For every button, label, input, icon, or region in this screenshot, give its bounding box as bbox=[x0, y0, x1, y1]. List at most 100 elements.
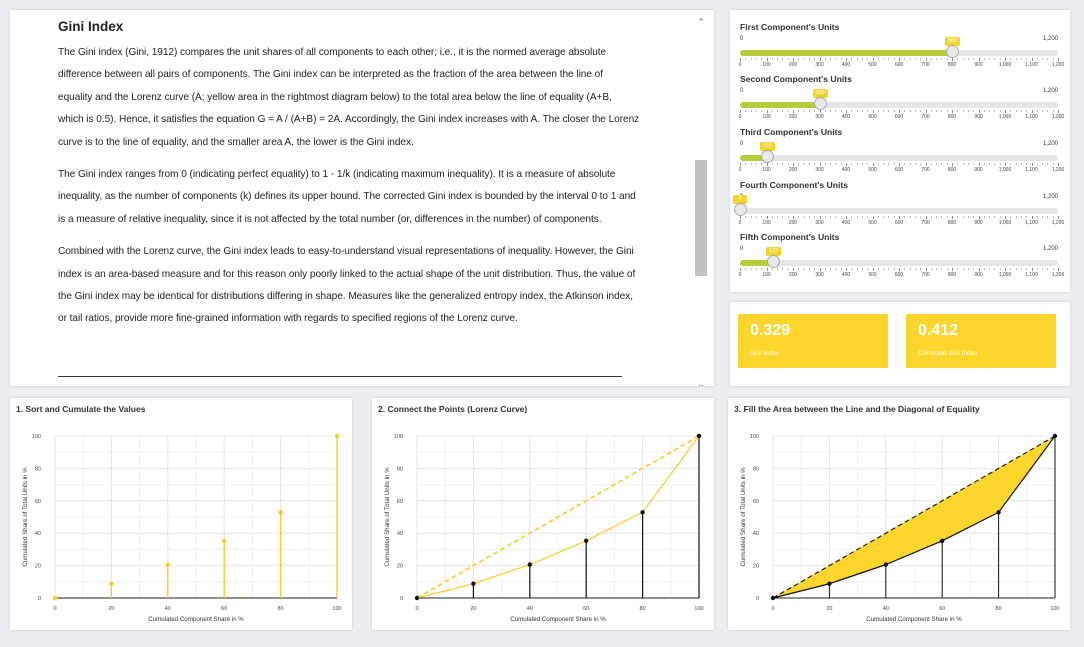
slider-minor-tick bbox=[941, 268, 943, 270]
corrected-gini-index-box: 0.412 Corrected Gini Index bbox=[906, 314, 1056, 368]
slider-tick bbox=[1058, 110, 1059, 113]
slider-minor-tick bbox=[989, 58, 991, 60]
slider-minor-tick bbox=[1047, 163, 1049, 165]
slider-minor-tick bbox=[1015, 58, 1017, 60]
slider-minor-tick bbox=[787, 216, 789, 218]
slider-minor-tick bbox=[755, 110, 757, 112]
slider-track[interactable]: 300 bbox=[740, 89, 1058, 110]
slider-minor-tick bbox=[1020, 216, 1022, 218]
slider-tick bbox=[740, 268, 741, 271]
slider-minor-tick bbox=[777, 163, 779, 165]
slider-tick-label: 100 bbox=[762, 114, 771, 120]
scrollbar[interactable]: ⌃ ⌄ bbox=[694, 16, 708, 386]
slider-tick bbox=[1058, 163, 1059, 166]
slider-tick-label: 500 bbox=[868, 167, 877, 173]
slider-tick bbox=[1031, 216, 1033, 219]
slider-fifth-component[interactable]: Fifth Component's Units 0 1,200 125 0 100… bbox=[738, 232, 1065, 284]
slider-track[interactable]: 100 bbox=[740, 142, 1058, 163]
slider-minor-tick bbox=[830, 110, 832, 112]
slider-minor-tick bbox=[835, 58, 837, 60]
slider-minor-tick bbox=[920, 216, 922, 218]
lollipop-point bbox=[278, 510, 283, 515]
slider-tick-label: 100 bbox=[762, 167, 771, 173]
slider-minor-tick bbox=[867, 163, 869, 165]
slider-fourth-component[interactable]: Fourth Component's Units 0 1,200 0 0 100 2… bbox=[733, 180, 1064, 232]
slider-minor-tick bbox=[893, 216, 895, 218]
slider-minor-tick bbox=[824, 268, 826, 270]
slider-tick-label: 800 bbox=[947, 62, 957, 68]
x-tick-label: 0 bbox=[415, 606, 418, 612]
slider-minor-tick bbox=[989, 216, 991, 218]
slider-minor-tick bbox=[840, 163, 842, 165]
slider-minor-tick bbox=[861, 58, 863, 60]
slider-tick-label: 300 bbox=[815, 272, 824, 278]
slider-tick-label: 1,200 bbox=[1051, 62, 1065, 68]
slider-handle[interactable] bbox=[767, 255, 781, 268]
y-tick-label: 100 bbox=[750, 434, 759, 440]
chart-svg: 0 20 40 60 80 100 0 20 40 60 80 100 Cumulated Compon… bbox=[22, 433, 342, 623]
slider-tick bbox=[819, 268, 821, 271]
slider-second-component[interactable]: Second Component's Units 0 1,200 300 0 10… bbox=[738, 74, 1065, 126]
slider-minor-tick bbox=[856, 110, 858, 112]
slider-minor-tick bbox=[755, 163, 757, 165]
scroll-up-icon[interactable]: ⌃ bbox=[695, 16, 707, 28]
y-tick-label: 60 bbox=[35, 499, 41, 505]
slider-tick bbox=[1005, 163, 1006, 166]
article-paragraph: The Gini index (Gini, 1912) compares the… bbox=[58, 47, 640, 148]
slider-minor-tick bbox=[761, 58, 763, 60]
slider-handle[interactable] bbox=[734, 203, 747, 216]
slider-minor-tick bbox=[936, 163, 938, 165]
slider-max-label: 1,200 bbox=[1042, 88, 1058, 94]
chart-fill-area: 3. Fill the Area between the Line and th… bbox=[728, 398, 1070, 630]
slider-minor-tick bbox=[808, 110, 810, 112]
slider-track[interactable]: 125 bbox=[740, 247, 1058, 268]
article-panel[interactable]: Gini Index The Gini index (Gini, 1912) c… bbox=[10, 10, 714, 386]
slider-minor-tick bbox=[914, 268, 916, 270]
slider-tick-label: 200 bbox=[788, 114, 798, 120]
slider-minor-tick bbox=[983, 58, 985, 60]
slider-tick bbox=[1031, 163, 1033, 166]
y-tick-label: 0 bbox=[756, 596, 759, 602]
slider-tick-label: 700 bbox=[921, 114, 930, 120]
slider-minor-tick bbox=[771, 216, 773, 218]
x-axis-label: Cumulated Component Share in % bbox=[148, 616, 244, 623]
x-axis-label: Cumulated Component Share in % bbox=[510, 616, 606, 623]
slider-tick-label: 1,100 bbox=[1025, 114, 1038, 120]
slider-minor-tick bbox=[755, 216, 757, 218]
slider-minor-tick bbox=[745, 58, 747, 60]
slider-minor-tick bbox=[962, 268, 964, 270]
scrollbar-thumb[interactable] bbox=[695, 160, 707, 276]
slider-tick-label: 1,000 bbox=[998, 220, 1012, 226]
slider-tick bbox=[846, 163, 847, 166]
slider-handle[interactable] bbox=[760, 150, 774, 163]
slider-minor-tick bbox=[1020, 268, 1022, 270]
slider-first-component[interactable]: First Component's Units 0 1,200 800 0 100… bbox=[738, 22, 1065, 74]
slider-tick-label: 400 bbox=[841, 114, 851, 120]
lorenz-point bbox=[584, 538, 589, 544]
slider-tick bbox=[952, 110, 953, 113]
slider-tick-label: 100 bbox=[762, 62, 771, 68]
slider-minor-tick bbox=[861, 110, 863, 112]
slider-minor-tick bbox=[1036, 110, 1038, 112]
slider-minor-tick bbox=[962, 216, 964, 218]
slider-track[interactable]: 800 bbox=[740, 37, 1058, 58]
slider-tick-label: 300 bbox=[815, 114, 824, 120]
slider-third-component[interactable]: Third Component's Units 0 1,200 100 0 100… bbox=[738, 127, 1065, 179]
slider-minor-tick bbox=[798, 268, 800, 270]
slider-minor-tick bbox=[750, 268, 752, 270]
slider-tick-label: 200 bbox=[788, 62, 798, 68]
slider-tick-label: 300 bbox=[815, 220, 824, 226]
slider-tick-label: 1,200 bbox=[1051, 220, 1065, 226]
slider-track[interactable]: 0 bbox=[733, 195, 1058, 216]
slider-handle[interactable] bbox=[946, 45, 959, 58]
slider-minor-tick bbox=[877, 58, 879, 60]
slider-minor-tick bbox=[1015, 110, 1017, 112]
slider-minor-tick bbox=[967, 110, 969, 112]
scroll-down-icon[interactable]: ⌄ bbox=[695, 378, 707, 386]
slider-handle[interactable] bbox=[813, 97, 827, 110]
slider-minor-tick bbox=[973, 110, 975, 112]
slider-minor-tick bbox=[1026, 110, 1028, 112]
slider-tick-label: 900 bbox=[974, 62, 983, 68]
slider-label: Third Component's Units bbox=[740, 127, 843, 137]
chart-svg: 0 20 40 60 80 100 0 20 40 60 80 100 Cumulated Compon… bbox=[384, 433, 704, 623]
